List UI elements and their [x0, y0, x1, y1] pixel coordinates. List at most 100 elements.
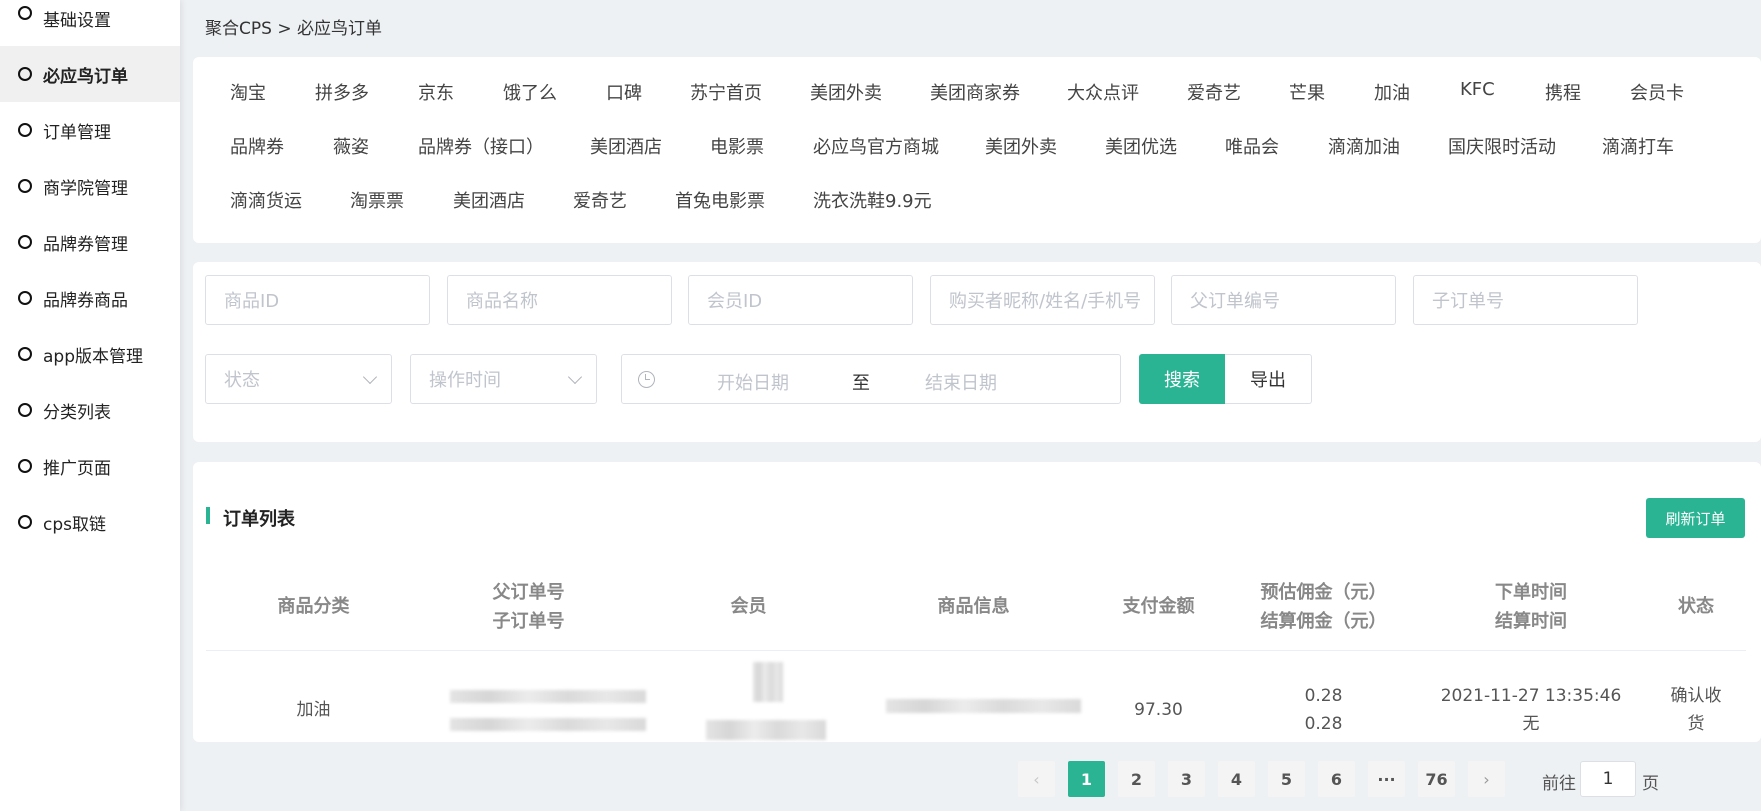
column-header-category: 商品分类: [277, 596, 350, 617]
column-header-settle-commission: 结算佣金（元）: [1260, 611, 1387, 632]
category-tab[interactable]: 苏宁首页: [690, 79, 762, 105]
buyer-input[interactable]: 购买者昵称/姓名/手机号: [930, 275, 1155, 325]
category-tab[interactable]: 芒果: [1289, 79, 1325, 105]
end-date-input[interactable]: 结束日期: [925, 369, 997, 395]
start-date-input[interactable]: 开始日期: [717, 369, 789, 395]
sidebar-item-app-version[interactable]: app版本管理: [0, 326, 180, 382]
page-button[interactable]: 6: [1318, 761, 1355, 797]
column-header-product-info: 商品信息: [937, 596, 1010, 617]
filter-panel: 商品ID 商品名称 会员ID 购买者昵称/姓名/手机号 父订单编号 子订单号 状…: [193, 262, 1761, 442]
category-tab[interactable]: 大众点评: [1067, 79, 1139, 105]
page-button[interactable]: 1: [1068, 761, 1105, 797]
member-id-input[interactable]: 会员ID: [688, 275, 913, 325]
sidebar-item-category-list[interactable]: 分类列表: [0, 382, 180, 438]
export-button[interactable]: 导出: [1225, 354, 1312, 404]
category-tab[interactable]: 会员卡: [1630, 79, 1684, 105]
parent-order-input[interactable]: 父订单编号: [1171, 275, 1396, 325]
category-tab[interactable]: 唯品会: [1225, 133, 1279, 159]
clock-icon: [638, 371, 655, 388]
category-tab[interactable]: 滴滴货运: [230, 187, 302, 213]
category-tab[interactable]: 美团酒店: [453, 187, 525, 213]
child-order-input[interactable]: 子订单号: [1413, 275, 1638, 325]
circle-icon: [18, 459, 32, 473]
category-tab[interactable]: 京东: [418, 79, 454, 105]
circle-icon: [18, 179, 32, 193]
page-button[interactable]: 4: [1218, 761, 1255, 797]
category-tab[interactable]: 首兔电影票: [675, 187, 765, 213]
category-tab[interactable]: 美团酒店: [590, 133, 662, 159]
page-button[interactable]: 76: [1418, 761, 1455, 797]
chevron-down-icon: [567, 369, 583, 385]
column-header-status: 状态: [1678, 596, 1714, 617]
column-header-child-order: 子订单号: [492, 611, 565, 632]
cell-settle-commission: 0.28: [1304, 714, 1343, 734]
product-id-input[interactable]: 商品ID: [205, 275, 430, 325]
redacted-member-avatar: [753, 662, 783, 702]
date-range-separator: 至: [852, 373, 870, 394]
more-pages-button[interactable]: ···: [1368, 761, 1405, 797]
category-tab[interactable]: 淘宝: [230, 79, 266, 105]
category-tab[interactable]: 美团外卖: [985, 133, 1057, 159]
sidebar-item-brand-coupon-management[interactable]: 品牌券管理: [0, 214, 180, 270]
op-time-select[interactable]: 操作时间: [410, 354, 597, 404]
page-button[interactable]: 3: [1168, 761, 1205, 797]
category-tab[interactable]: 口碑: [606, 79, 642, 105]
category-tab[interactable]: 携程: [1545, 79, 1581, 105]
sidebar-item-cps-link[interactable]: cps取链: [0, 494, 180, 550]
column-header-order-time: 下单时间: [1495, 582, 1567, 603]
column-header-parent-order: 父订单号: [492, 582, 565, 603]
sidebar-item-order-management[interactable]: 订单管理: [0, 102, 180, 158]
category-tab[interactable]: 洗衣洗鞋9.9元: [813, 187, 932, 213]
sidebar-item-label: 分类列表: [43, 402, 111, 423]
sidebar-item-label: 必应鸟订单: [43, 66, 128, 87]
sidebar-item-biyingniao-orders[interactable]: 必应鸟订单: [0, 46, 180, 102]
cell-category: 加油: [296, 700, 331, 720]
refresh-orders-button[interactable]: 刷新订单: [1646, 498, 1745, 538]
category-tab[interactable]: 美团外卖: [810, 79, 882, 105]
category-tab[interactable]: 美团商家券: [930, 79, 1020, 105]
sidebar-item-basic-settings[interactable]: 基础设置: [0, 0, 180, 46]
status-select[interactable]: 状态: [205, 354, 392, 404]
sidebar-item-label: 基础设置: [43, 11, 111, 31]
goto-page-input[interactable]: 1: [1580, 761, 1636, 797]
circle-icon: [18, 347, 32, 361]
category-tab[interactable]: 电影票: [710, 133, 764, 159]
title-accent-bar: [206, 507, 210, 524]
category-tab[interactable]: 拼多多: [315, 79, 369, 105]
category-tab[interactable]: 品牌券（接口）: [418, 133, 544, 159]
page-button[interactable]: 2: [1118, 761, 1155, 797]
category-tab[interactable]: 爱奇艺: [573, 187, 627, 213]
sidebar-item-brand-coupon-products[interactable]: 品牌券商品: [0, 270, 180, 326]
category-tab[interactable]: 饿了么: [503, 79, 557, 105]
next-page-button[interactable]: ›: [1468, 761, 1505, 797]
category-tab[interactable]: 滴滴加油: [1328, 133, 1400, 159]
date-range-picker[interactable]: 开始日期 至 结束日期: [621, 354, 1121, 404]
table-header-divider: [206, 650, 1746, 651]
sidebar-item-promo-page[interactable]: 推广页面: [0, 438, 180, 494]
search-button[interactable]: 搜索: [1139, 354, 1225, 404]
category-tab[interactable]: 国庆限时活动: [1448, 133, 1556, 159]
category-tab[interactable]: 滴滴打车: [1602, 133, 1674, 159]
circle-icon: [18, 67, 32, 81]
category-tab[interactable]: 品牌券: [230, 133, 284, 159]
page-button[interactable]: 5: [1268, 761, 1305, 797]
goto-label: 前往: [1542, 774, 1576, 794]
category-tab[interactable]: 美团优选: [1105, 133, 1177, 159]
redacted-product-info: [886, 699, 1081, 713]
cell-amount: 97.30: [1134, 700, 1183, 720]
breadcrumb: 聚合CPS > 必应鸟订单: [205, 19, 382, 39]
prev-page-button[interactable]: ‹: [1018, 761, 1055, 797]
category-tabs-panel: 淘宝 拼多多 京东 饿了么 口碑 苏宁首页 美团外卖 美团商家券 大众点评 爱奇…: [193, 57, 1761, 243]
cell-settle-time: 无: [1522, 714, 1540, 734]
category-tab[interactable]: 必应鸟官方商城: [813, 133, 939, 159]
order-list-title: 订单列表: [223, 509, 295, 530]
product-name-input[interactable]: 商品名称: [447, 275, 672, 325]
category-tab[interactable]: KFC: [1460, 79, 1495, 100]
category-tab[interactable]: 加油: [1374, 79, 1410, 105]
category-tab[interactable]: 薇姿: [333, 133, 369, 159]
op-time-select-value: 操作时间: [429, 370, 501, 391]
sidebar-item-business-school[interactable]: 商学院管理: [0, 158, 180, 214]
category-tab[interactable]: 爱奇艺: [1187, 79, 1241, 105]
column-header-member: 会员: [730, 596, 767, 617]
category-tab[interactable]: 淘票票: [350, 187, 404, 213]
